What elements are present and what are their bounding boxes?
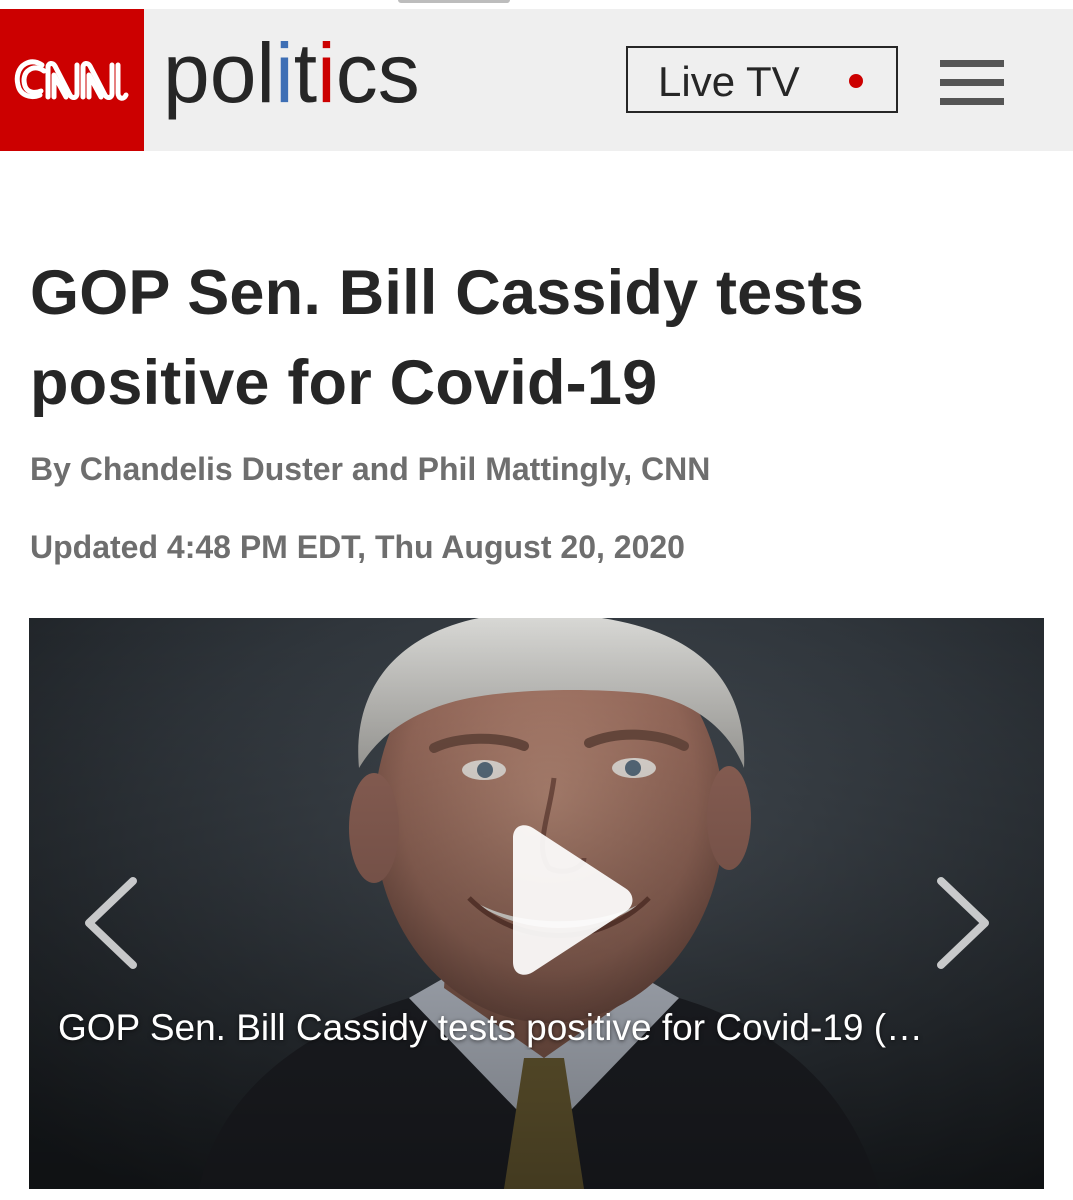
hamburger-menu-button[interactable] [940,60,1004,106]
live-indicator-dot-icon [849,74,863,88]
browser-chrome-edge [398,0,510,3]
section-title-politics[interactable]: politics [163,31,420,115]
video-caption: GOP Sen. Bill Cassidy tests positive for… [58,1006,1008,1050]
top-strip [0,0,1073,9]
video-player[interactable]: GOP Sen. Bill Cassidy tests positive for… [29,618,1044,1189]
video-caption-text: GOP Sen. Bill Cassidy tests positive for… [58,1007,887,1048]
hamburger-menu-icon-bar [940,60,1004,67]
hamburger-menu-icon-bar [940,79,1004,86]
play-icon[interactable] [499,820,639,980]
site-header: politics Live TV [0,9,1073,151]
section-title-part: pol [163,26,276,120]
article-byline: By Chandelis Duster and Phil Mattingly, … [30,451,711,487]
article-timestamp: Updated 4:48 PM EDT, Thu August 20, 2020 [30,529,685,565]
chevron-right-icon[interactable] [927,873,997,973]
hamburger-menu-icon-bar [940,98,1004,105]
section-title-red-i: i [317,26,336,120]
section-title-part: t [293,26,318,120]
cnn-logo-mark [0,9,144,151]
chevron-left-icon[interactable] [77,873,147,973]
article-headline: GOP Sen. Bill Cassidy tests positive for… [30,258,865,418]
section-title-blue-i: i [275,26,294,120]
video-caption-ellipsis: … [886,1007,924,1048]
cnn-logo[interactable] [0,9,144,151]
live-tv-label: Live TV [658,58,800,105]
live-tv-button[interactable]: Live TV [626,46,898,113]
section-title-part: cs [335,26,420,120]
